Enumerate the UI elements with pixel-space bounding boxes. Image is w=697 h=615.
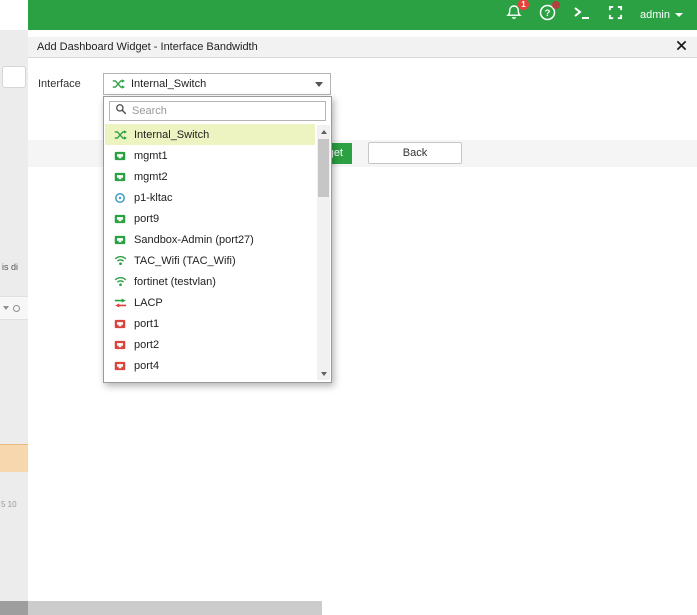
interface-option-list: Internal_Switch mgmt1 mgmt2 p1-kltac port9 Sa…: [105, 124, 315, 376]
interface-option-p1-kltac[interactable]: p1-kltac: [105, 187, 315, 208]
chevron-down-icon: [315, 82, 323, 87]
help-badge: [552, 1, 560, 9]
interface-option-label: mgmt1: [134, 150, 168, 162]
interface-option-label: TAC_Wifi (TAC_Wifi): [134, 255, 236, 267]
interface-option-label: port1: [134, 318, 159, 330]
interface-option-fortinet-testvlan[interactable]: fortinet (testvlan): [105, 271, 315, 292]
interface-option-mgmt1[interactable]: mgmt1: [105, 145, 315, 166]
interface-option-label: mgmt2: [134, 171, 168, 183]
dropdown-search-box: [109, 101, 326, 121]
scrollbar-thumb[interactable]: [318, 139, 329, 197]
interface-option-sandbox-admin-port27[interactable]: Sandbox-Admin (port27): [105, 229, 315, 250]
port-up-icon: [113, 234, 127, 246]
wifi-icon: [113, 276, 127, 287]
interface-option-port9[interactable]: port9: [105, 208, 315, 229]
port-up-icon: [113, 171, 127, 183]
interface-option-lacp[interactable]: LACP: [105, 292, 315, 313]
cli-console-icon: [573, 6, 591, 25]
interface-option-label: p1-kltac: [134, 192, 173, 204]
close-icon: [676, 40, 687, 54]
underlying-page-strip: is di 5 10: [0, 30, 28, 601]
dropdown-scrollbar[interactable]: [317, 125, 330, 380]
port-up-icon: [113, 150, 127, 162]
underlying-panel-header-fragment: [0, 296, 28, 320]
interface-option-port1[interactable]: port1: [105, 313, 315, 334]
interface-select[interactable]: Internal_Switch: [103, 73, 331, 95]
top-navbar: 1 ? admin: [28, 0, 697, 30]
chevron-down-icon: [675, 13, 683, 17]
scroll-up-button[interactable]: [317, 125, 330, 138]
underlying-chart-highlight-fragment: [0, 444, 28, 472]
chevron-down-icon: [3, 306, 9, 310]
port-down-icon: [113, 360, 127, 372]
fullscreen-button[interactable]: [608, 5, 623, 25]
interface-option-mgmt2[interactable]: mgmt2: [105, 166, 315, 187]
arrow-down-icon: [321, 372, 327, 376]
port-down-icon: [113, 339, 127, 351]
interface-option-label: fortinet (testvlan): [134, 276, 216, 288]
cli-console-button[interactable]: [573, 6, 591, 25]
port-up-icon: [113, 213, 127, 225]
modal-title: Add Dashboard Widget - Interface Bandwid…: [37, 41, 258, 53]
close-button[interactable]: [676, 40, 687, 54]
interface-option-tac-wifi-tac-wifi[interactable]: TAC_Wifi (TAC_Wifi): [105, 250, 315, 271]
lacp-icon: [113, 297, 127, 309]
underlying-widget-fragment: [2, 66, 26, 88]
interface-option-label: port9: [134, 213, 159, 225]
modal-titlebar: Add Dashboard Widget - Interface Bandwid…: [28, 37, 697, 58]
help-button[interactable]: ?: [539, 4, 556, 26]
notifications-badge: 1: [518, 0, 529, 10]
interface-option-label: Internal_Switch: [134, 129, 209, 141]
interface-option-label: LACP: [134, 297, 163, 309]
wifi-icon: [113, 255, 127, 266]
switch-icon: [111, 78, 125, 90]
refresh-icon: [13, 305, 20, 312]
interface-option-internal-switch[interactable]: Internal_Switch: [105, 124, 315, 145]
underlying-axis-labels: 5 10: [1, 500, 17, 509]
interface-field-label: Interface: [38, 78, 81, 90]
interface-dropdown-panel: Internal_Switch mgmt1 mgmt2 p1-kltac port9 Sa…: [103, 96, 332, 383]
scroll-down-button[interactable]: [317, 367, 330, 380]
search-icon: [115, 102, 127, 120]
interface-select-value: Internal_Switch: [131, 78, 206, 90]
underlying-partial-text: is di: [2, 262, 18, 272]
svg-text:?: ?: [545, 8, 551, 19]
back-button[interactable]: Back: [368, 142, 462, 164]
admin-menu[interactable]: admin: [640, 9, 683, 21]
fullscreen-icon: [608, 5, 623, 25]
underlying-footer-bar: [28, 601, 322, 615]
switch-icon: [113, 129, 127, 141]
search-input[interactable]: [132, 105, 320, 117]
notifications-bell-button[interactable]: 1: [506, 4, 522, 26]
interface-option-label: port2: [134, 339, 159, 351]
interface-option-label: port4: [134, 360, 159, 372]
admin-label: admin: [640, 9, 670, 21]
interface-option-label: Sandbox-Admin (port27): [134, 234, 254, 246]
interface-option-port4[interactable]: port4: [105, 355, 315, 376]
arrow-up-icon: [321, 130, 327, 134]
port-down-icon: [113, 318, 127, 330]
ring-icon: [113, 192, 127, 204]
interface-option-port2[interactable]: port2: [105, 334, 315, 355]
underlying-footer-fragment: [0, 601, 28, 615]
